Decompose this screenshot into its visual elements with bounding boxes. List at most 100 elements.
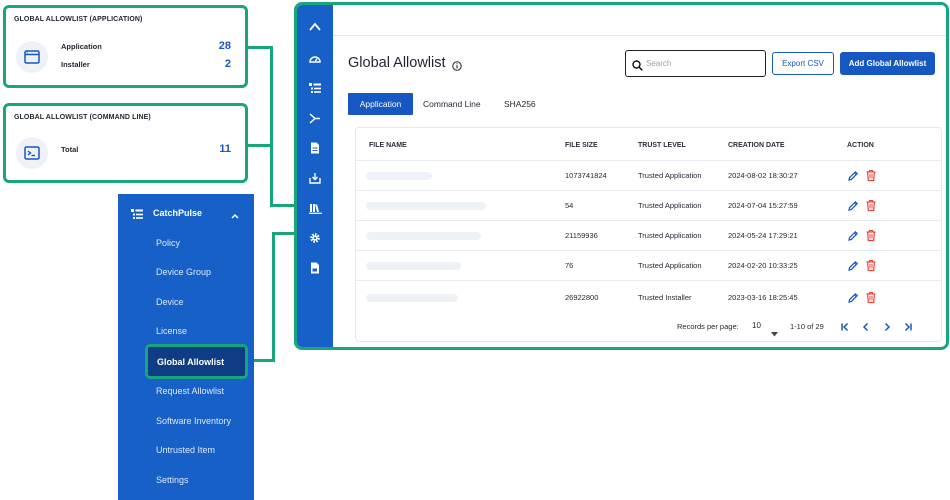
trash-icon[interactable] xyxy=(865,199,877,217)
trash-icon[interactable] xyxy=(865,291,877,309)
first-page-icon[interactable] xyxy=(838,320,852,334)
library-icon[interactable] xyxy=(297,199,333,217)
menu-item-license[interactable]: License xyxy=(156,326,187,336)
window-icon xyxy=(16,41,48,73)
table-row[interactable]: 76 Trusted Application 2024-02-20 10:33:… xyxy=(356,250,941,280)
connector-line xyxy=(248,144,272,147)
pagination-range: 1-10 of 29 xyxy=(790,322,824,331)
menu-header-label: CatchPulse xyxy=(153,208,203,218)
chevron-up-icon[interactable] xyxy=(297,18,333,36)
creation-date-cell: 2024-07-04 15:27:59 xyxy=(728,201,798,210)
file-size-cell: 76 xyxy=(565,261,574,270)
pagination: Records per page: 10 1-10 of 29 xyxy=(356,314,941,340)
branch-icon[interactable] xyxy=(297,109,333,127)
menu-header-catchpulse[interactable]: CatchPulse xyxy=(118,194,254,232)
tab-command-line[interactable]: Command Line xyxy=(423,93,481,115)
previous-page-icon[interactable] xyxy=(859,320,873,334)
menu-item-device[interactable]: Device xyxy=(156,297,184,307)
pencil-icon[interactable] xyxy=(847,199,859,217)
icon-rail xyxy=(297,5,333,347)
file-name-placeholder xyxy=(366,172,432,180)
caret-down-icon[interactable] xyxy=(771,324,778,342)
app-window: Global Allowlist Export CSV Add Global A… xyxy=(294,2,949,350)
creation-date-cell: 2024-05-24 17:29:21 xyxy=(728,231,798,240)
allowlist-table: FILE NAME FILE SIZE TRUST LEVEL CREATION… xyxy=(355,127,942,342)
column-header-creation-date[interactable]: CREATION DATE xyxy=(728,142,785,149)
last-page-icon[interactable] xyxy=(901,320,915,334)
trust-level-cell: Trusted Application xyxy=(638,171,702,180)
file-name-placeholder xyxy=(366,294,458,302)
table-row[interactable]: 26922800 Trusted Installer 2023-03-16 18… xyxy=(356,280,941,313)
trust-level-cell: Trusted Application xyxy=(638,261,702,270)
tab-sha256[interactable]: SHA256 xyxy=(504,93,536,115)
column-header-file-size[interactable]: FILE SIZE xyxy=(565,142,598,149)
download-icon[interactable] xyxy=(297,169,333,187)
records-per-page-select[interactable]: 10 xyxy=(752,321,761,330)
card-title: GLOBAL ALLOWLIST (COMMAND LINE) xyxy=(14,114,151,121)
trust-level-cell: Trusted Application xyxy=(638,201,702,210)
next-page-icon[interactable] xyxy=(880,320,894,334)
trust-level-cell: Trusted Application xyxy=(638,231,702,240)
search-input[interactable] xyxy=(646,56,761,71)
menu-item-untrusted-item[interactable]: Untrusted Item xyxy=(156,445,215,455)
stat-value: 28 xyxy=(218,40,231,52)
menu-item-global-allowlist[interactable]: Global Allowlist xyxy=(145,344,248,379)
chevron-up-icon xyxy=(230,207,240,225)
pencil-icon[interactable] xyxy=(847,291,859,309)
dashboard-icon[interactable] xyxy=(297,49,333,67)
report-icon[interactable] xyxy=(297,259,333,277)
search-icon xyxy=(632,58,643,76)
connector-line xyxy=(272,232,296,235)
stat-label: Total xyxy=(61,144,79,154)
stat-value: 11 xyxy=(219,143,231,155)
pencil-icon[interactable] xyxy=(847,229,859,247)
creation-date-cell: 2024-02-20 10:33:25 xyxy=(728,261,798,270)
connector-line xyxy=(270,46,273,206)
connector-line xyxy=(270,204,296,207)
info-icon[interactable] xyxy=(452,58,462,76)
menu-item-device-group[interactable]: Device Group xyxy=(156,267,211,277)
menu-item-settings[interactable]: Settings xyxy=(156,475,189,485)
stat-label: Application xyxy=(61,41,102,51)
file-name-placeholder xyxy=(366,202,486,210)
stat-row-application: Application 28 xyxy=(61,39,231,53)
add-global-allowlist-button[interactable]: Add Global Allowlist xyxy=(840,52,935,75)
file-size-cell: 54 xyxy=(565,201,574,210)
top-bar xyxy=(333,5,946,36)
table-row[interactable]: 21159936 Trusted Application 2024-05-24 … xyxy=(356,220,941,250)
file-size-cell: 21159936 xyxy=(565,231,598,240)
menu-item-request-allowlist[interactable]: Request Allowlist xyxy=(156,386,224,396)
gear-icon[interactable] xyxy=(297,229,333,247)
terminal-icon xyxy=(16,137,48,169)
pencil-icon[interactable] xyxy=(847,259,859,277)
command-line-allowlist-card: GLOBAL ALLOWLIST (COMMAND LINE) Total 11 xyxy=(3,103,248,183)
creation-date-cell: 2023-03-16 18:25:45 xyxy=(728,293,798,302)
menu-item-software-inventory[interactable]: Software Inventory xyxy=(156,416,231,426)
table-row[interactable]: 54 Trusted Application 2024-07-04 15:27:… xyxy=(356,190,941,220)
trash-icon[interactable] xyxy=(865,259,877,277)
file-name-placeholder xyxy=(366,262,461,270)
card-title: GLOBAL ALLOWLIST (APPLICATION) xyxy=(14,16,143,23)
trust-level-cell: Trusted Installer xyxy=(638,293,692,302)
column-header-file-name[interactable]: FILE NAME xyxy=(369,142,407,149)
list-icon[interactable] xyxy=(297,79,333,97)
column-header-action: ACTION xyxy=(847,142,874,149)
pencil-icon[interactable] xyxy=(847,169,859,187)
search-box[interactable] xyxy=(625,50,766,77)
trash-icon[interactable] xyxy=(865,229,877,247)
menu-item-policy[interactable]: Policy xyxy=(156,238,180,248)
export-csv-button[interactable]: Export CSV xyxy=(772,52,834,75)
records-per-page-label: Records per page: xyxy=(677,322,739,331)
application-allowlist-card: GLOBAL ALLOWLIST (APPLICATION) Applicati… xyxy=(3,5,248,88)
menu-item-label: Global Allowlist xyxy=(157,357,225,367)
column-header-trust-level[interactable]: TRUST LEVEL xyxy=(638,142,686,149)
table-row[interactable]: 1073741824 Trusted Application 2024-08-0… xyxy=(356,160,941,190)
stat-label: Installer xyxy=(61,59,90,69)
connector-line xyxy=(248,46,272,49)
trash-icon[interactable] xyxy=(865,169,877,187)
stat-row-installer: Installer 2 xyxy=(61,57,231,71)
list-icon xyxy=(131,207,143,225)
document-icon[interactable] xyxy=(297,139,333,157)
creation-date-cell: 2024-08-02 18:30:27 xyxy=(728,171,798,180)
tab-application[interactable]: Application xyxy=(348,93,413,115)
